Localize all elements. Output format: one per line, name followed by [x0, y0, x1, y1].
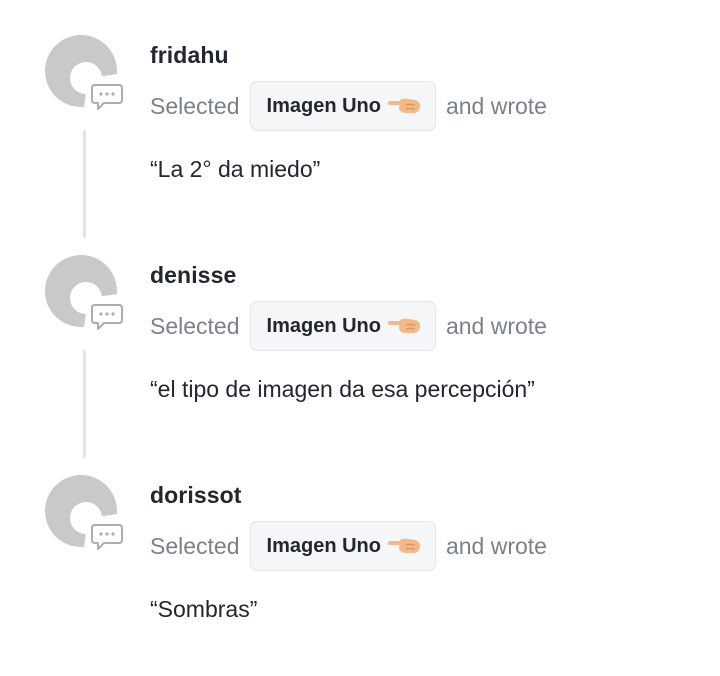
feed-entry: denisse Selected Imagen Uno and wrote “e…: [0, 250, 720, 458]
action-suffix: and wrote: [445, 312, 547, 339]
pointing-hand-icon: [387, 535, 421, 557]
username[interactable]: dorissot: [150, 482, 242, 509]
selection-label: Imagen Uno: [266, 314, 381, 337]
action-line: Selected Imagen Uno and wrote: [150, 80, 547, 132]
action-suffix: and wrote: [445, 532, 547, 559]
selection-label: Imagen Uno: [266, 94, 381, 117]
action-prefix: Selected: [150, 92, 240, 119]
activity-feed: fridahu Selected Imagen Uno and wrote “L…: [0, 0, 720, 676]
action-prefix: Selected: [150, 532, 240, 559]
comment-text: “el tipo de imagen da esa percepción”: [150, 376, 535, 402]
speech-bubble-icon: [90, 82, 124, 112]
feed-entry: dorissot Selected Imagen Uno and wrote “…: [0, 470, 720, 650]
comment-text: “La 2° da miedo”: [150, 156, 321, 182]
username[interactable]: fridahu: [150, 42, 229, 69]
username[interactable]: denisse: [150, 262, 236, 289]
pointing-hand-icon: [387, 95, 421, 117]
selection-label: Imagen Uno: [266, 534, 381, 557]
feed-entry: fridahu Selected Imagen Uno and wrote “L…: [0, 30, 720, 238]
comment-text: “Sombras”: [150, 596, 258, 622]
speech-bubble-icon: [90, 302, 124, 332]
action-line: Selected Imagen Uno and wrote: [150, 520, 547, 572]
timeline-connector: [83, 350, 86, 458]
action-suffix: and wrote: [445, 92, 547, 119]
action-line: Selected Imagen Uno and wrote: [150, 300, 547, 352]
speech-bubble-icon: [90, 522, 124, 552]
selection-chip[interactable]: Imagen Uno: [249, 301, 436, 351]
action-prefix: Selected: [150, 312, 240, 339]
selection-chip[interactable]: Imagen Uno: [249, 521, 436, 571]
selection-chip[interactable]: Imagen Uno: [249, 81, 436, 131]
pointing-hand-icon: [387, 315, 421, 337]
timeline-connector: [83, 130, 86, 238]
